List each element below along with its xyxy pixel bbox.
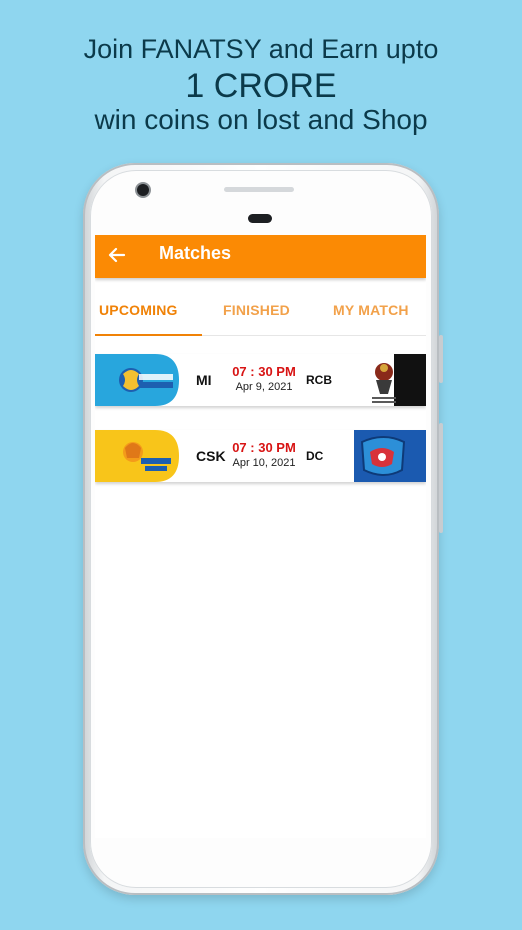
- volume-button: [439, 423, 443, 533]
- delhi-capitals-logo: [354, 430, 426, 482]
- earpiece: [248, 214, 272, 223]
- team2-name: DC: [306, 449, 324, 463]
- app-screen: Matches UPCOMING FINISHED MY MATCH MI 07…: [95, 235, 426, 838]
- match-date: Apr 10, 2021: [232, 457, 296, 469]
- power-button: [439, 335, 443, 383]
- team1-name: CSK: [196, 448, 226, 464]
- royal-challengers-logo: [354, 354, 426, 406]
- promo-subline: win coins on lost and Shop: [94, 104, 428, 135]
- team1-name: MI: [196, 372, 212, 388]
- camera-icon: [137, 184, 149, 196]
- app-bar: Matches: [95, 235, 426, 278]
- match-time: 07 : 30 PM: [232, 364, 296, 379]
- speaker-grille: [224, 187, 294, 192]
- team2-name: RCB: [306, 373, 332, 387]
- chennai-super-kings-logo: [95, 430, 179, 482]
- match-card[interactable]: MI 07 : 30 PM Apr 9, 2021 RCB: [95, 354, 426, 406]
- promo-amount: 1 CRORE: [185, 67, 337, 105]
- mumbai-indians-logo: [95, 354, 179, 406]
- promo-headline: Join FANATSY and Earn upto: [83, 34, 439, 64]
- tab-bar: UPCOMING FINISHED MY MATCH: [95, 287, 426, 336]
- match-card[interactable]: CSK 07 : 30 PM Apr 10, 2021 DC: [95, 430, 426, 482]
- back-arrow-icon[interactable]: [107, 245, 127, 265]
- active-tab-indicator: [95, 334, 202, 336]
- tab-my-match[interactable]: MY MATCH: [333, 302, 409, 318]
- page-title: Matches: [159, 243, 232, 263]
- match-date: Apr 9, 2021: [235, 381, 293, 393]
- tab-upcoming[interactable]: UPCOMING: [99, 302, 178, 318]
- match-time: 07 : 30 PM: [232, 440, 296, 455]
- tab-finished[interactable]: FINISHED: [223, 302, 290, 318]
